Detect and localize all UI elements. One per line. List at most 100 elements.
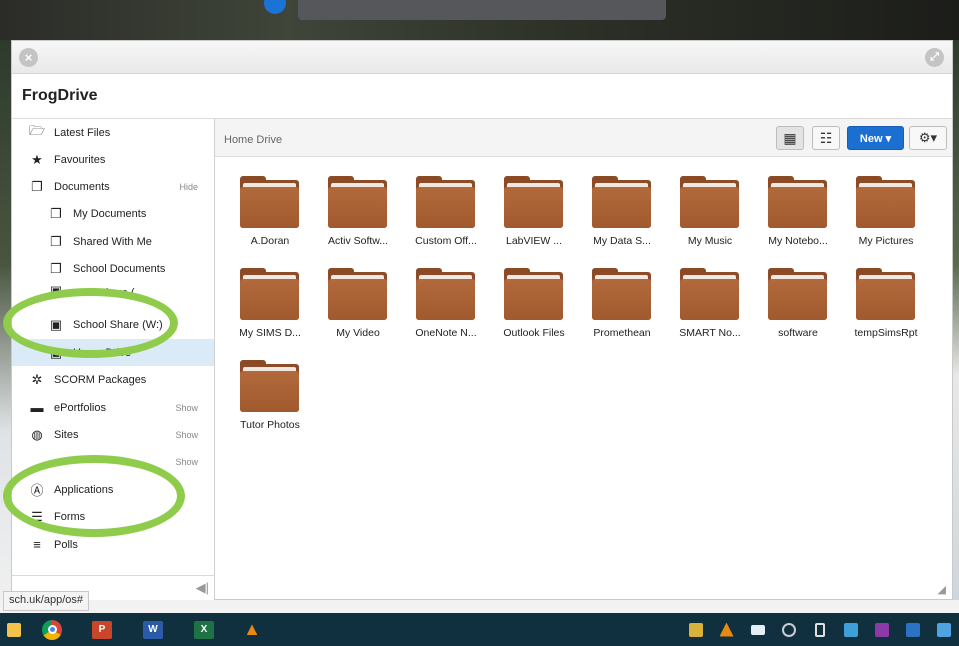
list-view-button[interactable]: ☷ xyxy=(812,126,840,150)
vlc-button[interactable]: ▲ xyxy=(230,613,274,646)
sidebar-item-school-share[interactable]: ▣ School Share (W:) xyxy=(12,311,214,338)
network-drive-icon: ▣ xyxy=(49,316,63,332)
sidebar-item-home-drive[interactable]: ▣ Home Drive xyxy=(12,339,214,366)
documents-hide-toggle[interactable]: Hide xyxy=(179,182,198,192)
tray-outlook[interactable] xyxy=(897,613,928,646)
tray-shield[interactable] xyxy=(680,613,711,646)
grid-view-button[interactable]: ▦ xyxy=(776,126,804,150)
sidebar-item-forms[interactable]: ☰ Forms xyxy=(12,503,214,530)
settings-button[interactable]: ⚙▾ xyxy=(909,126,947,150)
file-explorer-button[interactable] xyxy=(0,613,28,646)
folder-label: My Video xyxy=(336,327,380,339)
chrome-button[interactable] xyxy=(28,613,76,646)
sidebar-item-label: School Documents xyxy=(73,262,166,275)
folder-label: software xyxy=(778,327,818,339)
sidebar-item-polls[interactable]: ≡ Polls xyxy=(12,531,214,558)
folder-item[interactable]: LabVIEW ... xyxy=(490,176,574,260)
hidden-item-show-toggle[interactable]: Show xyxy=(175,457,198,467)
folder-item[interactable]: SMART No... xyxy=(666,268,750,352)
sidebar-item-my-documents[interactable]: ❐ My Documents xyxy=(12,200,214,227)
folder-item[interactable]: tempSimsRpt xyxy=(842,268,926,352)
folder-label: Promethean xyxy=(593,327,651,339)
word-button[interactable]: W xyxy=(128,613,178,646)
folder-item[interactable]: Outlook Files xyxy=(490,268,574,352)
folder-icon xyxy=(680,176,739,228)
sidebar-item-label: School Share (W:) xyxy=(73,318,163,331)
tray-usb[interactable] xyxy=(804,613,835,646)
chrome-icon xyxy=(42,619,62,640)
breadcrumb[interactable]: Home Drive xyxy=(224,134,282,146)
folder-label: Outlook Files xyxy=(503,327,565,339)
sidebar-item-shared-with-me[interactable]: ❐ Shared With Me xyxy=(12,228,214,255)
powerpoint-icon: P xyxy=(92,620,112,639)
tray-circle[interactable] xyxy=(773,613,804,646)
folder-item[interactable]: Activ Softw... xyxy=(314,176,398,260)
sidebar-item-hidden[interactable]: Show xyxy=(12,448,214,475)
folder-item[interactable]: My Pictures xyxy=(842,176,926,260)
folder-icon xyxy=(856,176,915,228)
new-button[interactable]: New ▾ xyxy=(847,126,904,150)
sidebar: 🗁 Latest Files ★ Favourites ❐ Documents … xyxy=(12,119,215,600)
gear-icon: ⚙▾ xyxy=(918,130,938,145)
folder-item[interactable]: Tutor Photos xyxy=(226,360,310,444)
window-titlebar: × ⤢ xyxy=(12,41,952,74)
sites-show-toggle[interactable]: Show xyxy=(175,430,198,440)
collapse-sidebar-icon[interactable]: ◀| xyxy=(196,580,209,596)
sidebar-item-staff-share[interactable]: ▣ Staff Share ( xyxy=(12,282,214,299)
sidebar-item-documents[interactable]: ❐ Documents Hide xyxy=(12,173,214,200)
tray-people[interactable] xyxy=(835,613,866,646)
powerpoint-button[interactable]: P xyxy=(76,613,128,646)
folder-icon xyxy=(856,268,915,320)
folder-icon xyxy=(504,176,563,228)
folder-item[interactable]: My SIMS D... xyxy=(226,268,310,352)
sidebar-item-eportfolios[interactable]: ▬ ePortfolios Show xyxy=(12,394,214,421)
mail-icon xyxy=(750,624,765,635)
sidebar-item-scorm-packages[interactable]: ✲ SCORM Packages xyxy=(12,366,214,393)
folder-item[interactable]: Promethean xyxy=(578,268,662,352)
sidebar-item-applications[interactable]: Ⓐ Applications xyxy=(12,476,214,503)
toolbar: Home Drive ▦ ☷ New ▾ ⚙▾ xyxy=(215,119,952,157)
tray-onenote[interactable] xyxy=(866,613,897,646)
sidebar-item-label: Shared With Me xyxy=(73,235,152,248)
folder-icon xyxy=(240,268,299,320)
excel-icon: X xyxy=(194,620,214,639)
close-icon: × xyxy=(24,50,33,65)
eportfolios-show-toggle[interactable]: Show xyxy=(175,403,198,413)
folder-icon xyxy=(680,268,739,320)
folder-item[interactable]: Custom Off... xyxy=(402,176,486,260)
folder-label: My Pictures xyxy=(858,235,914,247)
hidden-item-icon xyxy=(29,454,45,470)
shared-icon: ❐ xyxy=(50,233,62,249)
vlc-tray-icon xyxy=(719,622,734,637)
folder-label: Custom Off... xyxy=(415,235,477,247)
folder-icon xyxy=(416,268,475,320)
sidebar-item-school-documents[interactable]: ❐ School Documents xyxy=(12,255,214,282)
folder-item[interactable]: My Notebo... xyxy=(754,176,838,260)
folder-item[interactable]: My Video xyxy=(314,268,398,352)
folder-item[interactable]: My Data S... xyxy=(578,176,662,260)
folder-item[interactable]: OneNote N... xyxy=(402,268,486,352)
folder-item[interactable]: A.Doran xyxy=(226,176,310,260)
tray-network[interactable] xyxy=(928,613,959,646)
tray-mail[interactable] xyxy=(742,613,773,646)
tray-vlc[interactable] xyxy=(711,613,742,646)
sidebar-item-label: Latest Files xyxy=(54,126,111,139)
resize-grip-icon[interactable]: ◢ xyxy=(938,583,946,596)
sidebar-item-sites[interactable]: ◍ Sites Show xyxy=(12,421,214,448)
sidebar-item-favourites[interactable]: ★ Favourites xyxy=(12,146,214,173)
folder-icon xyxy=(416,176,475,228)
sidebar-item-latest-files[interactable]: 🗁 Latest Files xyxy=(12,119,214,146)
folder-item[interactable]: software xyxy=(754,268,838,352)
folder-label: SMART No... xyxy=(679,327,741,339)
list-view-icon: ☷ xyxy=(819,129,833,146)
expand-button[interactable]: ⤢ xyxy=(925,48,944,67)
shield-icon xyxy=(688,622,703,637)
star-icon: ★ xyxy=(31,151,43,167)
excel-button[interactable]: X xyxy=(178,613,230,646)
network-drive-icon: ▣ xyxy=(49,283,63,298)
close-button[interactable]: × xyxy=(19,48,38,67)
sidebar-item-label: Applications xyxy=(54,483,114,496)
folder-item[interactable]: My Music xyxy=(666,176,750,260)
sidebar-item-label: ePortfolios xyxy=(54,401,106,414)
vlc-icon: ▲ xyxy=(243,619,261,639)
